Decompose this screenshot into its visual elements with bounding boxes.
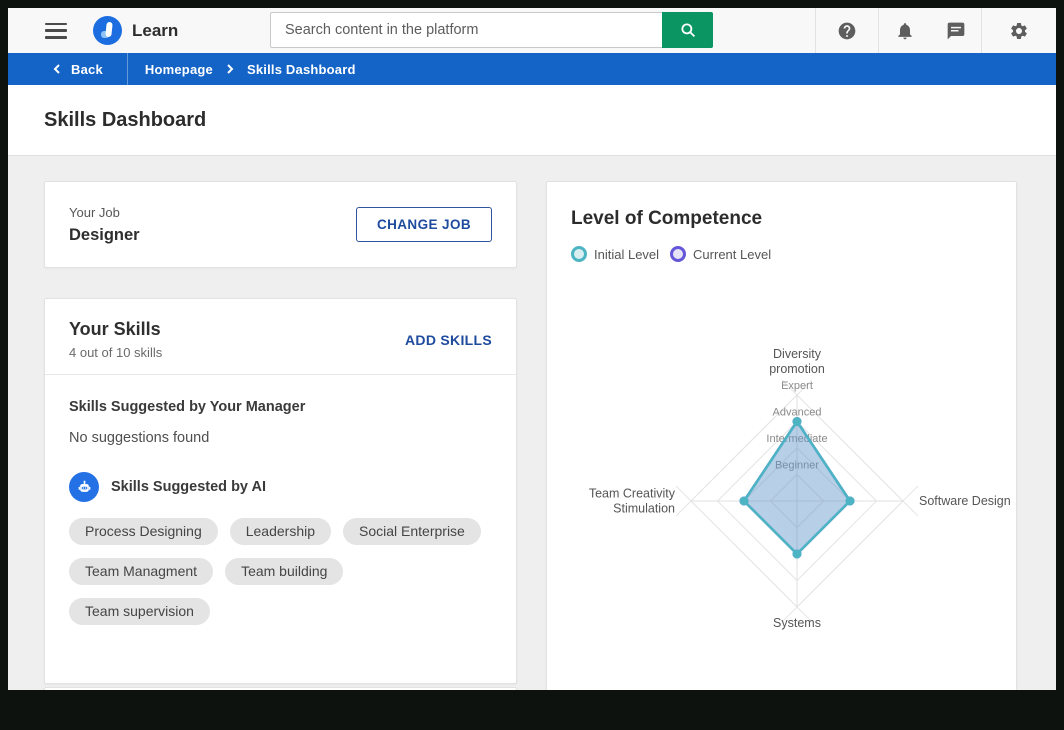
current-level-swatch [670, 246, 686, 262]
chat-icon [946, 21, 966, 41]
your-job-card: Your Job Designer CHANGE JOB [44, 181, 517, 268]
chart-legend: Initial Level Current Level [571, 246, 992, 262]
settings-icon [1009, 21, 1029, 41]
radar-axis-label: Team Creativity [589, 487, 676, 501]
help-icon [837, 21, 857, 41]
main-content: Your Job Designer CHANGE JOB Your Skills… [8, 156, 1056, 690]
radar-level-label: Expert [781, 380, 813, 392]
skill-chip[interactable]: Leadership [230, 518, 331, 545]
chevron-left-icon [52, 64, 62, 74]
skill-chip[interactable]: Social Enterprise [343, 518, 481, 545]
back-label: Back [71, 62, 103, 77]
notifications-icon [895, 21, 915, 41]
radar-axis-label: promotion [769, 362, 825, 376]
radar-point [793, 417, 802, 426]
search-input[interactable] [270, 12, 662, 48]
radar-level-label: Advanced [773, 407, 822, 419]
skills-count: 4 out of 10 skills [69, 345, 162, 360]
menu-icon[interactable] [45, 23, 67, 39]
screenshot-frame: Learn [0, 0, 1064, 730]
logo[interactable]: Learn [93, 16, 178, 45]
change-job-button[interactable]: CHANGE JOB [356, 207, 492, 242]
breadcrumb-item-current[interactable]: Skills Dashboard [247, 62, 356, 77]
legend-item-initial: Initial Level [571, 246, 659, 262]
skills-title: Your Skills [69, 319, 162, 340]
job-label: Your Job [69, 205, 140, 220]
skill-chip[interactable]: Process Designing [69, 518, 218, 545]
notifications-button[interactable] [879, 8, 931, 53]
title-strip: Skills Dashboard [8, 85, 1056, 156]
skill-chip-list: Process Designing Leadership Social Ente… [69, 518, 489, 625]
radar-axis-label: Diversity [773, 347, 822, 361]
radar-point [793, 550, 802, 559]
radar-series-initial-level [744, 422, 850, 555]
page-title: Skills Dashboard [44, 109, 206, 132]
app-window: Learn [8, 8, 1056, 690]
skill-chip[interactable]: Team supervision [69, 598, 210, 625]
skills-card-header: Your Skills 4 out of 10 skills ADD SKILL… [45, 299, 516, 375]
chat-button[interactable] [931, 8, 981, 53]
legend-item-current: Current Level [670, 246, 771, 262]
search-button[interactable] [662, 12, 713, 48]
legend-label: Current Level [693, 247, 771, 262]
brand-name: Learn [132, 21, 178, 41]
radar-point [740, 497, 749, 506]
competence-title: Level of Competence [571, 208, 992, 230]
your-skills-card: Your Skills 4 out of 10 skills ADD SKILL… [44, 298, 517, 684]
logo-icon [93, 16, 122, 45]
breadcrumb: Homepage Skills Dashboard [145, 62, 356, 77]
search-icon [679, 21, 697, 39]
radar-axis-label: Software Design [919, 494, 1011, 508]
settings-button[interactable] [982, 8, 1056, 53]
radar-axis-label: Systems [773, 616, 821, 630]
breadcrumb-item-homepage[interactable]: Homepage [145, 62, 213, 77]
breadcrumb-bar: Back Homepage Skills Dashboard [8, 53, 1056, 85]
radar-point [846, 497, 855, 506]
ai-suggestions-title: Skills Suggested by AI [111, 479, 266, 495]
top-bar: Learn [8, 8, 1056, 53]
top-icon-group [815, 8, 1056, 53]
chevron-right-icon [225, 64, 235, 74]
manager-suggestions-title: Skills Suggested by Your Manager [69, 399, 492, 415]
back-button[interactable]: Back [52, 62, 103, 77]
level-of-competence-card: Level of Competence Initial Level Curren… [546, 181, 1017, 690]
skills-card-body: Skills Suggested by Your Manager No sugg… [45, 375, 516, 649]
radar-chart: BeginnerIntermediateAdvancedExpertDivers… [573, 338, 1033, 640]
legend-label: Initial Level [594, 247, 659, 262]
next-card-peek [44, 687, 517, 690]
divider [127, 53, 128, 85]
initial-level-swatch [571, 246, 587, 262]
ai-suggestions-header: Skills Suggested by AI [69, 472, 492, 502]
help-button[interactable] [816, 8, 878, 53]
right-column: Level of Competence Initial Level Curren… [546, 181, 1017, 690]
add-skills-button[interactable]: ADD SKILLS [405, 332, 492, 348]
skill-chip[interactable]: Team Managment [69, 558, 213, 585]
radar-axis-label: Stimulation [613, 502, 675, 516]
search-bar [270, 12, 713, 48]
job-value: Designer [69, 226, 140, 245]
skill-chip[interactable]: Team building [225, 558, 343, 585]
robot-icon [69, 472, 99, 502]
left-column: Your Job Designer CHANGE JOB Your Skills… [44, 181, 517, 690]
manager-suggestions-empty: No suggestions found [69, 430, 492, 446]
